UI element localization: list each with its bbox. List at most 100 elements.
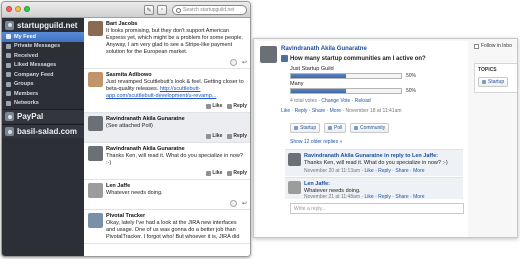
avatar <box>288 153 301 166</box>
post-author[interactable]: Bart Jacobs <box>106 21 247 27</box>
account-paypal[interactable]: PayPal <box>2 109 84 123</box>
post-author[interactable]: Pivotal Tracker <box>106 213 247 219</box>
avatar <box>88 213 103 228</box>
list-item[interactable]: Bart Jacobs It looks promising, but they… <box>84 18 250 69</box>
thread-main: Ravindranath Akila Gunaratne How many st… <box>256 41 468 237</box>
change-vote-link[interactable]: Change Vote <box>321 98 350 104</box>
sidebar-item-members[interactable]: Members <box>2 89 84 99</box>
right-rail: Follow in Inbo TOPICS Startup <box>472 39 517 237</box>
titlebar: ✎ ▫ Search startupguild.net <box>2 2 250 18</box>
topic-label: Startup <box>300 125 317 131</box>
reply-button[interactable]: Reply <box>227 133 247 139</box>
account-startupguild[interactable]: startupguild.net <box>2 18 84 32</box>
reply-author[interactable]: Len Jaffe: <box>304 181 330 187</box>
like-icon <box>6 62 11 68</box>
topic-chip[interactable]: Startup <box>478 77 509 87</box>
like-label: Like <box>212 170 223 176</box>
sidebar-item-groups[interactable]: Groups <box>2 80 84 90</box>
like-button[interactable]: Like <box>206 103 222 109</box>
info-icon[interactable] <box>229 58 237 66</box>
company-icon <box>6 72 11 78</box>
avatar <box>5 112 14 121</box>
pip-icon[interactable]: ▫ <box>157 5 167 15</box>
window-controls <box>6 6 30 12</box>
thread-actions[interactable]: Like · Reply · Share · More <box>281 108 341 114</box>
topics-title: TOPICS <box>478 67 497 73</box>
minimize-window-button[interactable] <box>15 6 21 12</box>
topic-chip[interactable]: Startup <box>290 123 321 133</box>
reply-arrow-icon[interactable]: ↩ <box>242 59 247 66</box>
reply-arrow-icon[interactable]: ↩ <box>242 200 247 207</box>
tag-icon <box>328 126 332 130</box>
reply-label: Reply <box>233 103 247 109</box>
follow-in-inbox[interactable]: Follow in Inbo <box>474 43 512 49</box>
reload-link[interactable]: Reload <box>355 98 371 104</box>
write-reply-input[interactable]: Write a reply... <box>290 203 464 214</box>
reply-date: November 21 at 11:48am <box>304 194 361 200</box>
tag-icon <box>354 126 358 130</box>
post-actions: ↩ <box>106 199 247 207</box>
poll-option-label: Many <box>290 81 304 87</box>
compose-icon[interactable]: ✎ <box>144 5 154 15</box>
topic-chip[interactable]: Community <box>350 123 390 133</box>
poll-option-label: Just Startup Guild <box>290 66 334 72</box>
sidebar-item-received[interactable]: Received <box>2 51 84 61</box>
like-label: Like <box>212 103 223 109</box>
reply-label: Reply <box>233 170 247 176</box>
close-window-button[interactable] <box>6 6 12 12</box>
avatar <box>5 20 14 30</box>
reply-button[interactable]: Reply <box>227 103 247 109</box>
sidebar-item-my-feed[interactable]: My Feed <box>2 32 84 42</box>
votes-count: 4 total votes <box>290 98 317 104</box>
message-icon <box>6 43 11 49</box>
topic-chip[interactable]: Poll <box>324 123 347 133</box>
sidebar-item-label: Liked Messages <box>14 62 57 69</box>
reply-text: Thanks Ken, will read it. What do you sp… <box>304 160 448 166</box>
web-thread-view: Ravindranath Akila Gunaratne How many st… <box>253 38 518 238</box>
poll-bar-fill <box>291 89 346 93</box>
sidebar-item-networks[interactable]: Networks <box>2 99 84 109</box>
list-item[interactable]: Ravindranath Akila Gunaratne Thanks Ken,… <box>84 143 250 180</box>
post-author[interactable]: Sasmita Adibowo <box>106 72 247 78</box>
info-icon[interactable] <box>229 199 237 207</box>
reply-actions[interactable]: Like · Reply · Share · More <box>365 194 425 200</box>
message-feed[interactable]: Bart Jacobs It looks promising, but they… <box>84 18 250 256</box>
reply-author[interactable]: Ravindranath Akila Gunaratne in reply to… <box>304 153 438 159</box>
post-text: It looks promising, but they don't suppo… <box>106 28 243 55</box>
avatar <box>5 127 14 136</box>
search-placeholder: Search startupguild.net <box>183 7 235 13</box>
reply-date: November 20 at 11:13am <box>304 168 361 174</box>
poll-bar <box>290 88 402 94</box>
post-text: Thanks Ken, will read it. What do you sp… <box>106 153 243 166</box>
reply-actions[interactable]: Like · Reply · Share · More <box>365 168 425 174</box>
sidebar-item-company-feed[interactable]: Company Feed <box>2 70 84 80</box>
list-item[interactable]: Sasmita Adibowo Just revamped Scuttlebut… <box>84 69 250 113</box>
post-author[interactable]: Ravindranath Akila Gunaratne <box>106 146 247 152</box>
topics-panel: TOPICS Startup <box>474 63 517 93</box>
like-button[interactable]: Like <box>206 133 222 139</box>
post-author[interactable]: Len Jaffe <box>106 183 247 189</box>
search-input[interactable]: Search startupguild.net <box>172 5 247 15</box>
post-text: Just revamped Scuttlebutt's look & feel.… <box>106 79 247 100</box>
avatar <box>260 46 277 63</box>
post-text: Whatever needs doing. <box>106 190 163 196</box>
follow-checkbox-icon[interactable] <box>474 43 479 49</box>
post-author[interactable]: Ravindranath Akila Gunaratne <box>106 116 247 122</box>
sidebar-item-private-messages[interactable]: Private Messages <box>2 42 84 52</box>
thread-date: November 18 at 11:41am <box>345 108 402 114</box>
like-label: Like <box>212 133 223 139</box>
zoom-window-button[interactable] <box>24 6 30 12</box>
list-item[interactable]: Pivotal Tracker Okay, lately I've had a … <box>84 210 250 244</box>
list-item[interactable]: Ravindranath Akila Gunaratne (See attach… <box>84 113 250 143</box>
account-basil-salad[interactable]: basil-salad.com <box>2 124 84 138</box>
like-button[interactable]: Like <box>206 170 222 176</box>
thread-author[interactable]: Ravindranath Akila Gunaratne <box>281 46 367 52</box>
topic-label: Community <box>360 125 386 131</box>
show-older-replies-link[interactable]: Show 12 older replies » <box>290 139 342 145</box>
reply-label: Reply <box>233 133 247 139</box>
avatar <box>88 72 103 87</box>
list-item[interactable]: Len Jaffe Whatever needs doing. ↩ <box>84 180 250 210</box>
sidebar-item-label: My Feed <box>14 33 37 40</box>
reply-button[interactable]: Reply <box>227 170 247 176</box>
sidebar-item-liked-messages[interactable]: Liked Messages <box>2 61 84 71</box>
